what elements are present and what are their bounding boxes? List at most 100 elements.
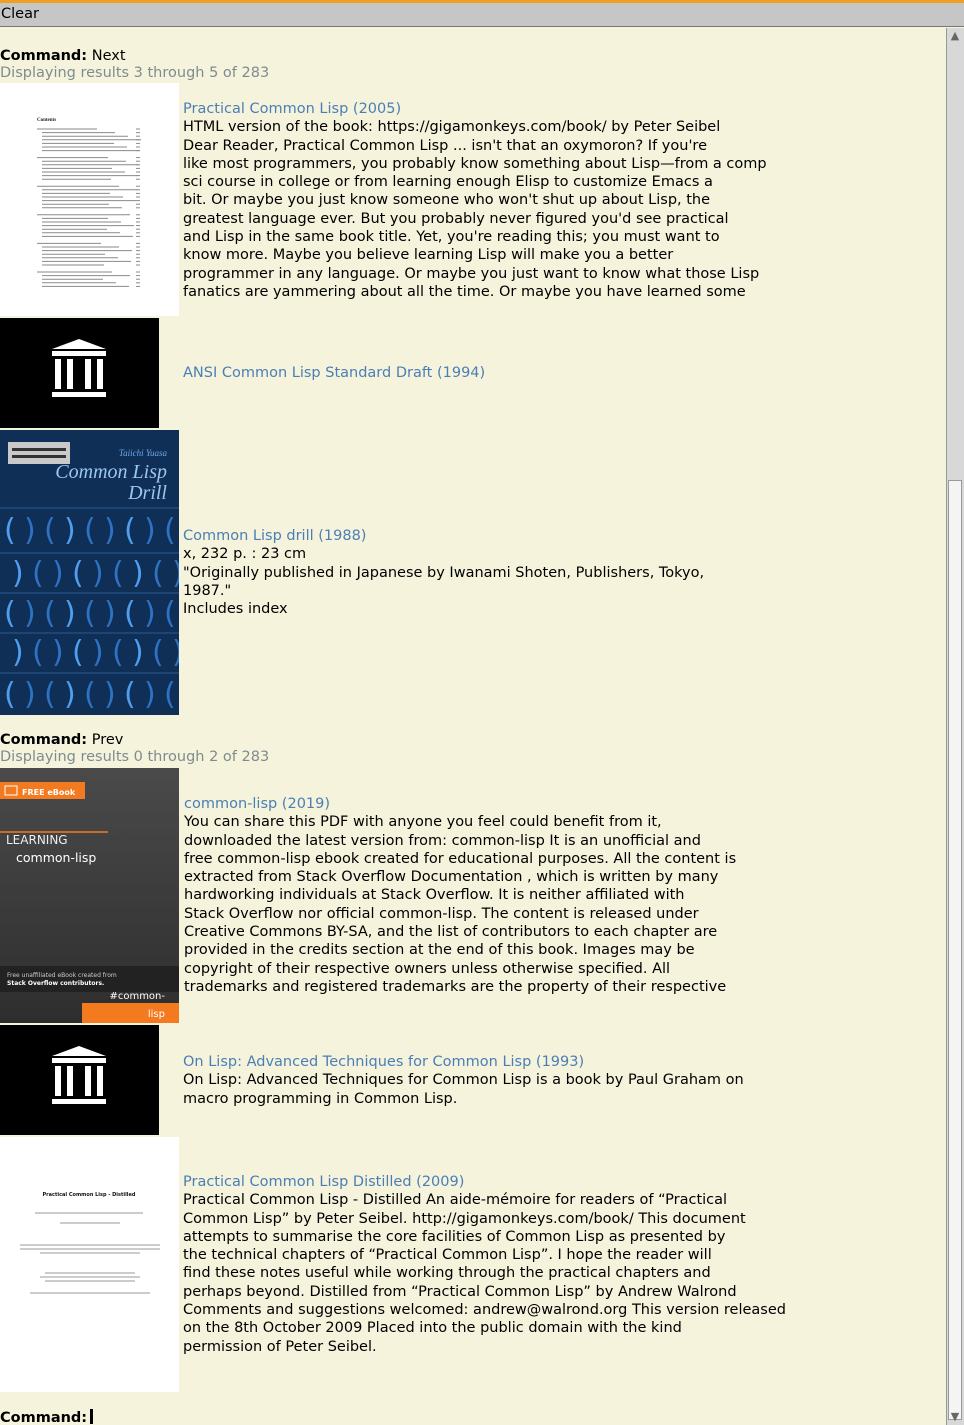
vertical-scrollbar[interactable]: ▲ ▼ bbox=[946, 28, 964, 1425]
paren-glyph: ) bbox=[92, 556, 104, 591]
command-label: Command: bbox=[0, 1410, 88, 1425]
result-description: Practical Common Lisp - Distilled An aid… bbox=[183, 1192, 786, 1355]
paren-glyph: ( bbox=[44, 677, 56, 712]
paren-glyph: ( bbox=[84, 596, 96, 631]
result-item: common-lisp (2019) You can share this PD… bbox=[184, 795, 944, 996]
thumb-learning: LEARNING bbox=[6, 833, 68, 847]
paren-glyph: ) bbox=[144, 596, 156, 631]
paren-glyph: ( bbox=[124, 596, 136, 631]
book-cover-common-lisp-drill[interactable]: Taiichi Yuasa Common Lisp Drill ()()()()… bbox=[0, 430, 179, 715]
thumb-footer2: Stack Overflow contributors. bbox=[7, 980, 104, 987]
paren-glyph: ) bbox=[144, 677, 156, 712]
paren-glyph: ) bbox=[104, 513, 116, 548]
paren-glyph: ) bbox=[64, 677, 76, 712]
paren-glyph: ) bbox=[172, 556, 179, 591]
paren-glyph: ) bbox=[24, 596, 36, 631]
book-cover-practical-common-lisp-distilled[interactable]: Practical Common Lisp - Distilled bbox=[0, 1137, 179, 1392]
thumb-heading: Practical Common Lisp - Distilled bbox=[43, 1192, 136, 1198]
paren-glyph: ( bbox=[164, 513, 176, 548]
thumb-title-line2: Drill bbox=[127, 482, 167, 504]
result-description: You can share this PDF with anyone you f… bbox=[184, 814, 737, 995]
thumb-name: common-lisp bbox=[16, 850, 96, 865]
command-label: Command: bbox=[0, 48, 88, 64]
result-description: x, 232 p. : 23 cm "Originally published … bbox=[183, 546, 705, 618]
paren-glyph: ( bbox=[124, 513, 136, 548]
command-echo-prev: Command: Prev bbox=[0, 732, 123, 749]
book-cover-on-lisp[interactable] bbox=[0, 1025, 159, 1135]
scroll-up-icon[interactable]: ▲ bbox=[949, 29, 961, 43]
result-title-link[interactable]: common-lisp (2019) bbox=[184, 795, 944, 813]
paren-glyph: ) bbox=[24, 513, 36, 548]
paren-glyph: ( bbox=[4, 677, 16, 712]
text-cursor bbox=[90, 1409, 94, 1424]
result-description: On Lisp: Advanced Techniques for Common … bbox=[183, 1072, 744, 1107]
thumb-heading: Contents bbox=[37, 118, 56, 123]
book-cover-ansi-common-lisp[interactable] bbox=[0, 318, 159, 428]
result-item: Common Lisp drill (1988) x, 232 p. : 23 … bbox=[183, 527, 943, 618]
results-status: Displaying results 3 through 5 of 283 bbox=[0, 65, 270, 81]
paren-glyph: ) bbox=[172, 635, 179, 670]
thumb-title-line1: Common Lisp bbox=[55, 461, 167, 483]
book-cover-common-lisp-ebook[interactable]: FREE eBook LEARNING common-lisp Free una… bbox=[0, 768, 179, 1023]
command-value: Prev bbox=[91, 732, 124, 748]
paren-glyph: ( bbox=[72, 635, 84, 670]
listener-output: Command: Next Displaying results 3 throu… bbox=[0, 28, 946, 1425]
result-title-link[interactable]: Practical Common Lisp Distilled (2009) bbox=[183, 1173, 943, 1191]
result-item: Practical Common Lisp Distilled (2009) P… bbox=[183, 1173, 943, 1356]
paren-glyph: ( bbox=[164, 677, 176, 712]
paren-glyph: ) bbox=[52, 635, 64, 670]
paren-glyph: ( bbox=[44, 596, 56, 631]
paren-glyph: ( bbox=[152, 635, 164, 670]
paren-glyph: ) bbox=[104, 677, 116, 712]
command-echo-next: Command: Next bbox=[0, 48, 126, 65]
paren-glyph: ( bbox=[4, 596, 16, 631]
thumb-tag1: #common- bbox=[109, 991, 165, 1002]
result-title-link[interactable]: ANSI Common Lisp Standard Draft (1994) bbox=[183, 364, 943, 382]
command-label: Command: bbox=[0, 732, 88, 748]
paren-glyph: ( bbox=[84, 513, 96, 548]
paren-glyph: ) bbox=[64, 513, 76, 548]
result-title-link[interactable]: On Lisp: Advanced Techniques for Common … bbox=[183, 1053, 943, 1071]
paren-glyph: ( bbox=[32, 556, 44, 591]
paren-glyph: ) bbox=[64, 596, 76, 631]
paren-glyph: ) bbox=[132, 635, 144, 670]
paren-glyph: ( bbox=[44, 513, 56, 548]
result-item: ANSI Common Lisp Standard Draft (1994) bbox=[183, 364, 943, 382]
archive-building-icon bbox=[52, 339, 106, 397]
thumb-author: Taiichi Yuasa bbox=[119, 448, 168, 458]
paren-glyph: ( bbox=[4, 513, 16, 548]
paren-glyph: ( bbox=[84, 677, 96, 712]
paren-glyph: ) bbox=[132, 556, 144, 591]
paren-glyph: ) bbox=[104, 596, 116, 631]
archive-building-icon bbox=[52, 1046, 106, 1104]
clear-button[interactable]: Clear bbox=[1, 6, 39, 22]
paren-glyph: ) bbox=[92, 635, 104, 670]
result-description: HTML version of the book: https://gigamo… bbox=[183, 119, 767, 300]
paren-glyph: ) bbox=[52, 556, 64, 591]
paren-glyph: ) bbox=[24, 677, 36, 712]
command-value: Next bbox=[91, 48, 126, 64]
paren-glyph: ( bbox=[112, 635, 124, 670]
paren-glyph: ) bbox=[12, 556, 24, 591]
paren-glyph: ) bbox=[144, 513, 156, 548]
scroll-down-icon[interactable]: ▼ bbox=[949, 1410, 961, 1424]
scrollbar-thumb[interactable] bbox=[948, 480, 962, 1420]
result-item: Practical Common Lisp (2005) HTML versio… bbox=[183, 100, 943, 301]
thumb-tag2: lisp bbox=[148, 1009, 165, 1020]
paren-glyph: ( bbox=[112, 556, 124, 591]
paren-glyph: ) bbox=[12, 635, 24, 670]
paren-glyph: ( bbox=[32, 635, 44, 670]
result-title-link[interactable]: Practical Common Lisp (2005) bbox=[183, 100, 943, 118]
paren-glyph: ( bbox=[72, 556, 84, 591]
paren-glyph: ( bbox=[124, 677, 136, 712]
paren-glyph: ( bbox=[152, 556, 164, 591]
results-status: Displaying results 0 through 2 of 283 bbox=[0, 749, 270, 765]
book-cover-practical-common-lisp[interactable]: Contents bbox=[0, 83, 179, 316]
command-prompt[interactable]: Command: bbox=[0, 1409, 94, 1425]
result-item: On Lisp: Advanced Techniques for Common … bbox=[183, 1053, 943, 1108]
paren-glyph: ( bbox=[164, 596, 176, 631]
thumb-badge: FREE eBook bbox=[22, 788, 76, 797]
top-bar: Clear bbox=[0, 0, 964, 27]
thumb-footer1: Free unaffiliated eBook created from bbox=[7, 972, 117, 979]
result-title-link[interactable]: Common Lisp drill (1988) bbox=[183, 527, 943, 545]
